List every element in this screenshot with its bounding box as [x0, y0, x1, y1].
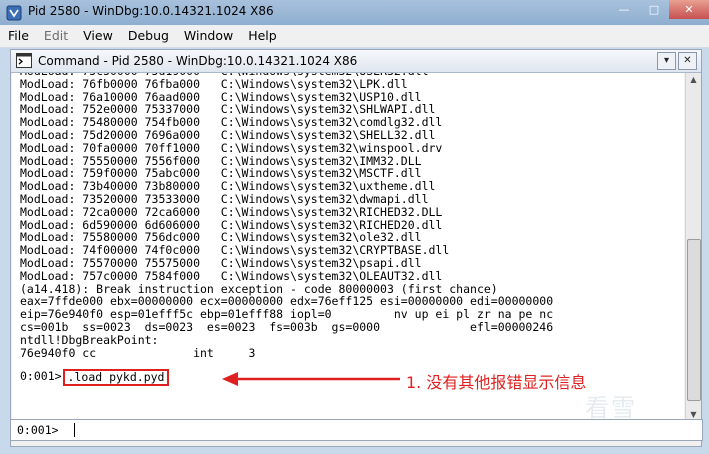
- output-line: cs=001b ss=0023 ds=0023 es=0023 fs=003b …: [20, 319, 554, 334]
- text-caret: [74, 423, 75, 437]
- dock-menu-button[interactable]: ▾: [657, 52, 676, 70]
- output-lines: ModLoad: 75c50000 75d19000 C:\Windows\sy…: [20, 73, 553, 359]
- output-line: ModLoad: 75d20000 7696a000 C:\Windows\sy…: [20, 127, 436, 142]
- window-controls: — □ ✕: [609, 0, 709, 20]
- menu-debug[interactable]: Debug: [120, 25, 176, 47]
- window-title: Pid 2580 - WinDbg:10.0.14321.1024 X86: [28, 4, 274, 18]
- menu-view[interactable]: View: [75, 25, 120, 47]
- minimize-button[interactable]: —: [609, 0, 639, 19]
- watermark-text: 看雪: [585, 394, 637, 422]
- output-line: ModLoad: 73520000 73533000 C:\Windows\sy…: [20, 191, 429, 206]
- menu-edit[interactable]: Edit: [36, 25, 75, 47]
- output-line: ModLoad: 757c0000 7584f000 C:\Windows\sy…: [20, 268, 443, 283]
- vertical-scrollbar[interactable]: ▲ ▼: [685, 73, 701, 424]
- window-title-bar[interactable]: Pid 2580 - WinDbg:10.0.14321.1024 X86 — …: [0, 0, 709, 26]
- menu-file[interactable]: File: [0, 25, 36, 47]
- maximize-button[interactable]: □: [639, 0, 669, 19]
- command-echo-row: 0:001> .load pykd.pyd: [20, 369, 170, 386]
- scroll-up-arrow-icon[interactable]: ▲: [686, 75, 701, 84]
- vertical-scroll-thumb[interactable]: [687, 239, 701, 401]
- scroll-down-arrow-icon[interactable]: ▼: [686, 410, 701, 419]
- output-line: ntdll!DbgBreakPoint:: [20, 332, 159, 347]
- output-prompt: 0:001>: [20, 369, 62, 383]
- command-prompt-icon: [16, 53, 32, 68]
- output-line: ModLoad: 72ca0000 72ca6000 C:\Windows\sy…: [20, 204, 443, 219]
- menu-window[interactable]: Window: [176, 25, 240, 47]
- menu-help[interactable]: Help: [240, 25, 284, 47]
- windbg-app-icon: [6, 5, 22, 21]
- command-input[interactable]: [73, 422, 693, 437]
- input-prompt: 0:001>: [17, 423, 59, 437]
- watermark-logo-icon: [545, 387, 575, 419]
- menu-bar: File Edit View Debug Window Help: [0, 25, 709, 48]
- close-button[interactable]: ✕: [669, 0, 709, 19]
- command-window-title: Command - Pid 2580 - WinDbg:10.0.14321.1…: [38, 54, 358, 68]
- output-line: 76e940f0 cc int 3: [20, 345, 256, 360]
- command-window-controls: ▾ ✕: [657, 52, 697, 70]
- annotation-arrow-icon: [222, 372, 400, 386]
- command-window-title-bar[interactable]: Command - Pid 2580 - WinDbg:10.0.14321.1…: [11, 50, 701, 73]
- output-line: ModLoad: 76fb0000 76fba000 C:\Windows\sy…: [20, 76, 408, 91]
- command-output[interactable]: ModLoad: 75c50000 75d19000 C:\Windows\sy…: [12, 73, 684, 438]
- panel-close-button[interactable]: ✕: [678, 52, 697, 70]
- command-input-bar: 0:001>: [10, 419, 703, 441]
- output-line: ModLoad: 70fa0000 70ff1000 C:\Windows\sy…: [20, 140, 443, 155]
- output-line: ModLoad: 75570000 75575000 C:\Windows\sy…: [20, 255, 422, 270]
- highlighted-command: .load pykd.pyd: [62, 369, 170, 386]
